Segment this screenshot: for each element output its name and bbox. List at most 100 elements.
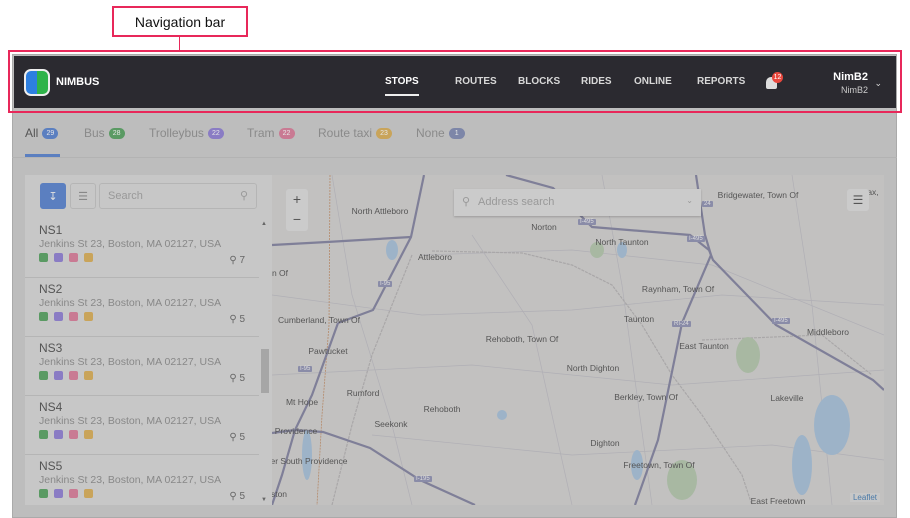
map-place-label: Cumberland, Town Of — [277, 315, 361, 325]
highway-shield: I-495 — [687, 236, 705, 242]
route-count: ⚲ 5 — [229, 491, 245, 502]
route-count-value: 7 — [239, 255, 245, 266]
address-search-input[interactable]: ⚲ Address search ⌄ — [454, 189, 701, 216]
tab-label: None — [416, 126, 445, 140]
stop-name: NS1 — [39, 223, 63, 237]
map-place-label: Pawtucket — [308, 346, 348, 356]
tab-label: Bus — [84, 126, 105, 140]
stop-type-tabs: All 29 Bus 28 Trolleybus 22 Tram 22 Route ta… — [12, 113, 897, 158]
tab-label: Route taxi — [318, 126, 373, 140]
stop-address: Jenkins St 23, Boston, MA 02127, USA — [39, 356, 222, 368]
bus-icon — [39, 430, 48, 439]
map-place-label: Taunton — [623, 314, 655, 324]
tab-none[interactable]: None 1 — [416, 126, 465, 140]
bus-icon — [39, 371, 48, 380]
tab-label: All — [25, 126, 39, 140]
zoom-in-button[interactable]: + — [286, 189, 308, 209]
map-place-label: Mt Hope — [285, 397, 319, 407]
tram-icon — [69, 371, 78, 380]
layers-icon[interactable]: ☰ — [847, 189, 869, 211]
highway-shield: I-195 — [414, 476, 432, 482]
route-count-value: 5 — [239, 314, 245, 325]
tab-count: 29 — [42, 127, 59, 139]
map-place-label: Norton — [531, 222, 557, 232]
stop-list-item[interactable]: NS1 Jenkins St 23, Boston, MA 02127, USA… — [25, 219, 259, 278]
map-place-label: Dighton — [590, 438, 620, 448]
map-place-label: Middleboro — [806, 327, 850, 337]
highway-shield: I-95 — [378, 281, 393, 287]
map-place-label: n Of — [272, 268, 289, 278]
zoom-out-button[interactable]: − — [286, 209, 308, 229]
list-view-button[interactable]: ☰ — [70, 183, 96, 209]
import-button[interactable]: ↧ — [40, 183, 66, 209]
highway-shield: 24 — [702, 201, 713, 207]
map-place-label: North Dighton — [566, 363, 620, 373]
map-place-label: Raynham, Town Of — [641, 284, 715, 294]
trolleybus-icon — [54, 489, 63, 498]
highway-shield: RI-24 — [672, 321, 691, 327]
search-input[interactable]: Search ⚲ — [99, 183, 257, 209]
tab-trolleybus[interactable]: Trolleybus 22 — [149, 126, 224, 140]
map[interactable]: North Attleboro Norton North Taunton Attleb… — [272, 175, 884, 505]
route-count-value: 5 — [239, 491, 245, 502]
tab-count: 1 — [448, 127, 465, 139]
stop-address: Jenkins St 23, Boston, MA 02127, USA — [39, 297, 222, 309]
tram-icon — [69, 489, 78, 498]
map-place-label: ax, — [867, 187, 879, 197]
navigation-bar-highlight — [8, 50, 902, 113]
bus-icon — [39, 489, 48, 498]
stop-name: NS5 — [39, 459, 63, 473]
map-place-label: er South Providence — [272, 456, 348, 466]
map-place-label: North Taunton — [595, 237, 649, 247]
annotation-callout: Navigation bar — [112, 6, 248, 37]
stop-list-item[interactable]: NS3 Jenkins St 23, Boston, MA 02127, USA… — [25, 337, 259, 396]
map-place-label: Rumford — [346, 388, 380, 398]
tab-count: 28 — [108, 127, 125, 139]
route-taxi-icon — [84, 253, 93, 262]
stops-list: NS1 Jenkins St 23, Boston, MA 02127, USA… — [25, 219, 259, 505]
tram-icon — [69, 253, 78, 262]
tab-route-taxi[interactable]: Route taxi 23 — [318, 126, 393, 140]
tab-all[interactable]: All 29 — [25, 126, 59, 140]
scroll-down-arrow[interactable]: ▼ — [261, 497, 267, 503]
zoom-control: + − — [286, 189, 308, 231]
chevron-down-icon[interactable]: ⌄ — [686, 196, 693, 205]
route-count: ⚲ 5 — [229, 314, 245, 325]
highway-shield: I-495 — [772, 318, 790, 324]
map-place-label: Providence — [274, 426, 318, 436]
map-place-label: Rehoboth, Town Of — [485, 334, 559, 344]
tab-count: 22 — [207, 127, 224, 139]
route-count-value: 5 — [239, 432, 245, 443]
stop-address: Jenkins St 23, Boston, MA 02127, USA — [39, 415, 222, 427]
map-place-label: Berkley, Town Of — [614, 392, 678, 402]
map-place-label: Seekonk — [374, 419, 408, 429]
route-pin-icon: ⚲ — [229, 314, 240, 325]
stop-list-item[interactable]: NS5 Jenkins St 23, Boston, MA 02127, USA… — [25, 455, 259, 505]
highway-shield: I-495 — [578, 219, 596, 225]
search-placeholder: Search — [108, 190, 143, 202]
scroll-up-arrow[interactable]: ▲ — [261, 221, 267, 227]
stop-list-item[interactable]: NS4 Jenkins St 23, Boston, MA 02127, USA… — [25, 396, 259, 455]
leaflet-attribution[interactable]: Leaflet — [849, 493, 880, 502]
map-place-label: Rehoboth — [423, 404, 461, 414]
tab-bus[interactable]: Bus 28 — [84, 126, 125, 140]
route-count: ⚲ 7 — [229, 255, 245, 266]
stop-address: Jenkins St 23, Boston, MA 02127, USA — [39, 474, 222, 486]
tab-label: Trolleybus — [149, 126, 204, 140]
route-taxi-icon — [84, 312, 93, 321]
route-count: ⚲ 5 — [229, 432, 245, 443]
bus-icon — [39, 312, 48, 321]
map-place-label: Attleboro — [417, 252, 453, 262]
annotation-line — [179, 37, 180, 51]
scrollbar[interactable]: ▲ ▼ — [260, 219, 270, 505]
trolleybus-icon — [54, 430, 63, 439]
stop-list-item[interactable]: NS2 Jenkins St 23, Boston, MA 02127, USA… — [25, 278, 259, 337]
search-icon: ⚲ — [462, 196, 471, 208]
bus-icon — [39, 253, 48, 262]
tram-icon — [69, 430, 78, 439]
map-place-label: East Freetown — [750, 496, 806, 505]
route-taxi-icon — [84, 489, 93, 498]
address-search-placeholder: Address search — [478, 196, 555, 208]
scroll-thumb[interactable] — [261, 349, 269, 393]
tab-tram[interactable]: Tram 22 — [247, 126, 295, 140]
